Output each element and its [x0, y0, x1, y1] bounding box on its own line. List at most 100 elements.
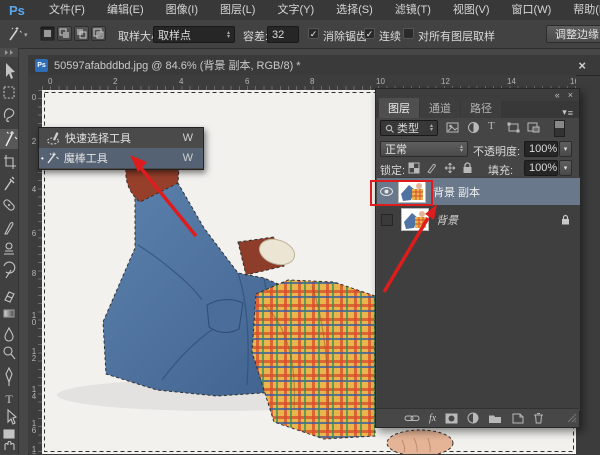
opacity-value[interactable]: 100%: [524, 141, 558, 157]
filter-type-layers-icon[interactable]: T: [488, 120, 495, 132]
link-layers-icon[interactable]: [404, 413, 420, 423]
jeans-pocket: [207, 299, 243, 332]
menu-item-magic-wand-tool[interactable]: • 魔棒工具 W: [39, 148, 203, 168]
fill-label: 填充:: [488, 162, 513, 178]
layer-thumbnail[interactable]: [401, 208, 429, 231]
menu-layer[interactable]: 图层(L): [209, 0, 266, 20]
adjustment-layer-icon[interactable]: [467, 412, 479, 424]
ruler-label: 12: [30, 348, 38, 362]
sample-all-layers-label[interactable]: 对所有图层取样: [418, 28, 495, 44]
lock-row: 锁定: 填充: 100% ▾: [376, 159, 579, 178]
magic-wand-tool-icon[interactable]: [5, 25, 23, 43]
blur-tool-icon: [5, 328, 13, 341]
ruler-label: 10: [376, 77, 385, 86]
visibility-toggle-off[interactable]: [381, 214, 393, 226]
ruler-label: 10: [30, 312, 38, 326]
menu-view[interactable]: 视图(V): [442, 0, 501, 20]
filter-toggle-switch[interactable]: [554, 120, 565, 137]
menu-filter[interactable]: 滤镜(T): [384, 0, 442, 20]
ruler-label: 6: [30, 230, 38, 237]
check-icon: ✓: [310, 29, 318, 39]
gradient-tool-icon: [4, 310, 14, 317]
filter-type-value: 类型: [397, 120, 419, 136]
menu-window[interactable]: 窗口(W): [501, 0, 563, 20]
layer-mask-icon[interactable]: [445, 413, 458, 424]
menu-item-quick-selection-tool[interactable]: 快速选择工具 W: [39, 128, 203, 148]
layer-name[interactable]: 背景: [436, 212, 458, 228]
contiguous-label[interactable]: 连续: [379, 28, 401, 44]
menu-help[interactable]: 帮助(H): [562, 0, 600, 20]
menu-item-label: 魔棒工具: [64, 150, 108, 166]
tab-layers[interactable]: 图层: [379, 98, 419, 118]
menu-edit[interactable]: 编辑(E): [96, 0, 155, 20]
lock-transparent-icon[interactable]: [408, 162, 420, 174]
filter-type-dropdown[interactable]: 类型 ▴▾: [380, 120, 438, 136]
sample-all-layers-checkbox[interactable]: [403, 28, 414, 39]
search-icon: [385, 124, 394, 133]
tab-paths[interactable]: 路径: [461, 98, 501, 118]
panel-collapse-icon[interactable]: «: [555, 90, 560, 100]
menu-file[interactable]: 文件(F): [38, 0, 96, 20]
lock-label: 锁定:: [380, 162, 405, 178]
menu-select[interactable]: 选择(S): [325, 0, 384, 20]
lock-position-icon[interactable]: [444, 162, 456, 174]
ruler-corner[interactable]: [28, 75, 43, 91]
fill-caret-button[interactable]: ▾: [559, 160, 572, 176]
history-brush-tool-icon: [4, 262, 15, 278]
ruler-label: 8: [30, 270, 38, 277]
lock-all-icon[interactable]: [462, 162, 473, 174]
new-layer-icon[interactable]: [512, 413, 524, 424]
refine-edge-button[interactable]: 调整边缘: [546, 25, 600, 43]
subtract-from-selection-mode-button[interactable]: [74, 26, 89, 41]
menu-item-label: 快速选择工具: [65, 130, 131, 146]
ruler-label: 4: [179, 77, 183, 86]
tolerance-input[interactable]: 32: [267, 26, 299, 43]
magic-wand-tool-icon: [45, 151, 59, 165]
tab-channels[interactable]: 通道: [420, 98, 460, 118]
new-group-icon[interactable]: [488, 413, 502, 424]
menu-type[interactable]: 文字(Y): [266, 0, 325, 20]
filter-pixel-layers-icon[interactable]: [446, 121, 459, 134]
sample-size-dropdown[interactable]: 取样点 ▴▾: [153, 26, 235, 43]
layer-row-background[interactable]: 背景: [377, 206, 580, 233]
document-file-icon: Ps: [35, 59, 48, 72]
layer-style-icon[interactable]: fx: [429, 413, 436, 424]
pen-tool-icon: [6, 368, 12, 386]
filter-adjustment-layers-icon[interactable]: [467, 121, 480, 134]
anti-alias-checkbox[interactable]: ✓: [308, 28, 319, 39]
toolbar-icons[interactable]: T: [0, 48, 18, 454]
menu-image[interactable]: 图像(I): [155, 0, 209, 20]
tolerance-label: 容差:: [243, 28, 268, 44]
layer-thumbnail[interactable]: [398, 180, 426, 203]
document-title-bar[interactable]: Ps 50597afabddbd.jpg @ 84.6% (背景 副本, RGB…: [28, 55, 600, 76]
new-selection-mode-button[interactable]: [40, 26, 55, 41]
layer-row-background-copy[interactable]: 背景 副本: [377, 178, 580, 205]
layer-name[interactable]: 背景 副本: [433, 184, 480, 200]
blend-mode-value: 正常: [385, 141, 407, 157]
visibility-toggle[interactable]: [377, 187, 395, 196]
delete-layer-icon[interactable]: [533, 412, 544, 424]
anti-alias-label[interactable]: 消除锯齿: [323, 28, 367, 44]
toolbar-collapse-strip: [0, 48, 18, 57]
intersect-selection-mode-button[interactable]: [91, 26, 106, 41]
eyedropper-tool-icon: [5, 177, 14, 190]
panel-close-icon[interactable]: ×: [568, 90, 573, 100]
contiguous-checkbox[interactable]: ✓: [364, 28, 375, 39]
filter-shape-layers-icon[interactable]: [507, 121, 520, 134]
panel-menu-icon[interactable]: ▾≡: [562, 107, 579, 118]
clone-stamp-tool-icon: [4, 243, 14, 254]
photoshop-logo: Ps: [0, 3, 38, 18]
tool-options-bar: ▾ 取样大小: 取样点 ▴▾ 容差: 32 ✓ 消除锯齿 ✓ 连续 对所有图层取…: [0, 20, 600, 49]
filter-smart-objects-icon[interactable]: [527, 121, 540, 134]
path-select-tool-icon: [8, 410, 16, 424]
opacity-caret-button[interactable]: ▾: [559, 141, 572, 157]
refine-edge-label: 调整边缘: [555, 26, 599, 42]
layer-lock-icon: [561, 214, 570, 225]
fill-value[interactable]: 100%: [524, 160, 558, 176]
add-to-selection-mode-button[interactable]: [57, 26, 72, 41]
document-close-icon[interactable]: ×: [578, 58, 586, 73]
panel-resize-grip[interactable]: [567, 413, 577, 423]
tool-preset-caret-icon[interactable]: ▾: [24, 31, 28, 39]
lock-pixels-icon[interactable]: [426, 162, 438, 174]
blend-mode-dropdown[interactable]: 正常 ▴▾: [380, 141, 468, 157]
